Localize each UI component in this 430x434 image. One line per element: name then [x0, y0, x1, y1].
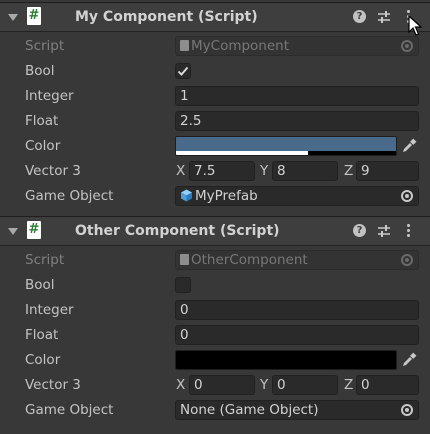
object-picker-icon[interactable]	[401, 404, 413, 416]
color-swatch	[176, 137, 396, 151]
integer-row: Integer 0	[0, 298, 430, 323]
alpha-bar	[176, 151, 308, 155]
float-field[interactable]: 2.5	[175, 111, 419, 131]
float-row: Float 2.5	[0, 109, 430, 134]
integer-label: Integer	[25, 88, 74, 104]
integer-field[interactable]: 1	[175, 86, 419, 106]
game-object-label: Game Object	[25, 402, 114, 418]
color-label: Color	[25, 352, 61, 368]
vector3-y-field[interactable]: 8	[272, 161, 338, 181]
vector3-label: Vector 3	[25, 163, 81, 179]
prefab-cube-icon	[181, 189, 192, 202]
object-picker-icon	[401, 40, 413, 52]
vector3-z-label[interactable]: Z	[344, 377, 353, 393]
foldout-arrow-icon[interactable]	[8, 228, 18, 235]
script-field: MyComponent	[175, 36, 419, 56]
bool-label: Bool	[25, 277, 55, 293]
component-other-component: # Other Component (Script) ? Script Othe…	[0, 216, 430, 420]
script-file-icon	[180, 254, 189, 265]
script-value: OtherComponent	[191, 252, 308, 268]
color-row: Color	[0, 134, 430, 159]
bool-label: Bool	[25, 63, 55, 79]
eyedropper-icon[interactable]	[401, 352, 417, 368]
vector3-y-label[interactable]: Y	[260, 163, 268, 179]
float-row: Float 0	[0, 323, 430, 348]
bool-checkbox[interactable]	[175, 277, 191, 293]
cs-script-icon: #	[27, 221, 41, 239]
script-field: OtherComponent	[175, 250, 419, 270]
vector3-y-field[interactable]: 0	[272, 375, 338, 395]
component-header[interactable]: # Other Component (Script) ?	[0, 216, 430, 246]
object-picker-icon	[401, 254, 413, 266]
game-object-row: Game Object None (Game Object)	[0, 398, 430, 423]
vector3-row: Vector 3 X 7.5 Y 8 Z 9	[0, 159, 430, 184]
vector3-z-field[interactable]: 0	[356, 375, 419, 395]
component-my-component: # My Component (Script) ? Script MyCompo…	[0, 2, 430, 206]
vector3-row: Vector 3 X 0 Y 0 Z 0	[0, 373, 430, 398]
bool-row: Bool	[0, 59, 430, 84]
script-row: Script MyComponent	[0, 34, 430, 59]
game-object-value: MyPrefab	[195, 188, 258, 204]
integer-field[interactable]: 0	[175, 300, 419, 320]
bool-row: Bool	[0, 273, 430, 298]
integer-label: Integer	[25, 302, 74, 318]
game-object-field[interactable]: MyPrefab	[175, 186, 419, 206]
vector3-z-label[interactable]: Z	[344, 163, 353, 179]
game-object-row: Game Object MyPrefab	[0, 184, 430, 209]
component-header[interactable]: # My Component (Script) ?	[0, 2, 430, 36]
script-file-icon	[180, 40, 189, 51]
preset-sliders-icon[interactable]	[376, 9, 392, 25]
integer-row: Integer 1	[0, 84, 430, 109]
script-row: Script OtherComponent	[0, 248, 430, 273]
float-field[interactable]: 0	[175, 325, 419, 345]
bool-checkbox[interactable]	[175, 63, 191, 79]
component-title: My Component (Script)	[75, 9, 258, 25]
color-swatch	[176, 351, 396, 365]
vector3-x-label[interactable]: X	[176, 377, 185, 393]
vector3-x-field[interactable]: 0	[189, 375, 255, 395]
script-label: Script	[25, 252, 65, 268]
vector3-x-field[interactable]: 7.5	[189, 161, 255, 181]
object-picker-icon[interactable]	[401, 190, 413, 202]
game-object-field[interactable]: None (Game Object)	[175, 400, 419, 420]
help-icon[interactable]: ?	[353, 224, 366, 237]
color-label: Color	[25, 138, 61, 154]
float-label: Float	[25, 113, 59, 129]
kebab-menu-icon[interactable]	[403, 222, 413, 240]
float-label: Float	[25, 327, 59, 343]
color-row: Color	[0, 348, 430, 373]
script-value: MyComponent	[191, 38, 290, 54]
cs-script-icon: #	[27, 7, 41, 25]
eyedropper-icon[interactable]	[401, 138, 417, 154]
vector3-x-label[interactable]: X	[176, 163, 185, 179]
vector3-z-field[interactable]: 9	[356, 161, 419, 181]
foldout-arrow-icon[interactable]	[8, 14, 18, 21]
preset-sliders-icon[interactable]	[376, 223, 392, 239]
game-object-label: Game Object	[25, 188, 114, 204]
color-field[interactable]	[175, 350, 397, 370]
color-field[interactable]	[175, 136, 397, 156]
component-title: Other Component (Script)	[75, 223, 280, 239]
vector3-label: Vector 3	[25, 377, 81, 393]
help-icon[interactable]: ?	[353, 10, 366, 23]
alpha-bar-background	[176, 365, 396, 369]
checkmark-icon	[177, 66, 189, 76]
vector3-y-label[interactable]: Y	[260, 377, 268, 393]
game-object-value: None (Game Object)	[180, 402, 319, 418]
script-label: Script	[25, 38, 65, 54]
